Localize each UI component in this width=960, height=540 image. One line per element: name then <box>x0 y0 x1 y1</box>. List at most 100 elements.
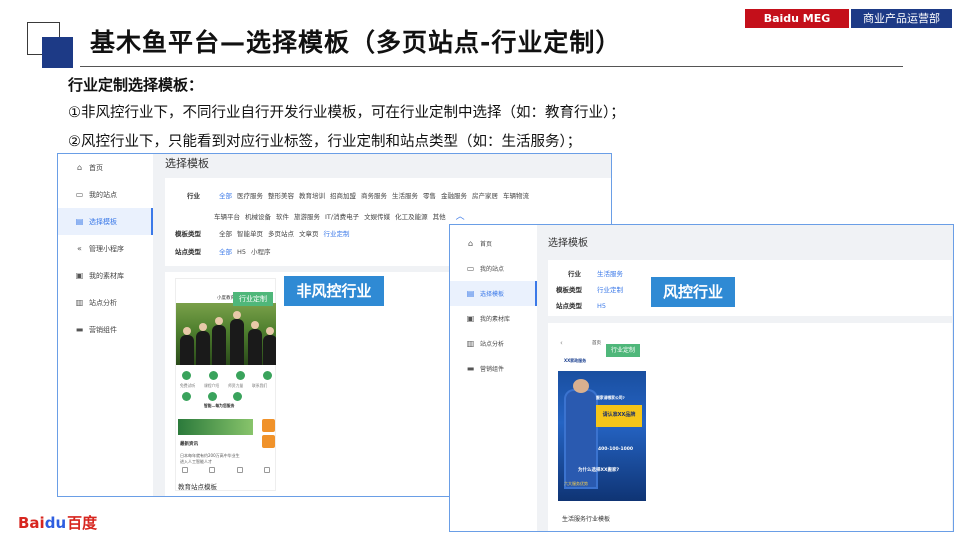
industry-option[interactable]: 其他 <box>433 213 446 221</box>
feature-icon <box>233 392 242 401</box>
contact-icon[interactable] <box>263 371 272 380</box>
sidebar: ⌂ 首页 ▭ 我的站点 ▤ 选择模板 «管理小程序 ▣ 我的素材库 ▥ 站点分析 ▬ 营销组… <box>58 154 153 496</box>
home-icon: ⌂ <box>467 239 474 248</box>
industry-option[interactable]: 机械设备 <box>245 213 271 221</box>
page-title: 选择模板 <box>548 238 588 249</box>
sidebar-item-marketing[interactable]: ▬ 营销组件 <box>58 316 153 343</box>
course-icon[interactable] <box>209 371 218 380</box>
feature-icon <box>182 392 191 401</box>
site-type-filter-row: 站点类型 H5 <box>556 302 607 310</box>
template-caption: 教育站点模板 <box>178 483 217 491</box>
chat-icon[interactable] <box>262 419 275 432</box>
industry-option[interactable]: 整形美容 <box>268 192 294 200</box>
sidebar-item-select-template[interactable]: ▤ 选择模板 <box>450 281 537 306</box>
sidebar-item-analysis[interactable]: ▥ 站点分析 <box>58 289 153 316</box>
site-type-option[interactable]: H5 <box>237 248 246 256</box>
industry-option[interactable]: 文娱传媒 <box>364 213 390 221</box>
screenshot-risk: ⌂ 首页 ▭ 我的站点 ▤ 选择模板 ▣ 我的素材库 ▥ 站点分析 ▬ 营销组件 选择模板 … <box>449 224 954 532</box>
bullet-line-2: ②风控行业下，只能看到对应行业标签，行业定制和站点类型（如：生活服务）； <box>68 134 582 150</box>
industry-option[interactable]: 生活服务 <box>392 192 418 200</box>
industry-filter-row-2: 车辆平台 机械设备 软件 旅游服务 IT/消费电子 文娱传媒 化工及能源 其他 ︿ <box>214 209 470 222</box>
company-name: XX家政服务 <box>564 358 587 363</box>
template-caption: 生活服务行业模板 <box>562 516 611 523</box>
title-divider <box>80 66 903 67</box>
worker-figure <box>564 379 598 489</box>
site-type-option[interactable]: 小程序 <box>251 248 271 256</box>
sidebar-item-marketing[interactable]: ▬ 营销组件 <box>450 356 537 381</box>
back-icon[interactable]: ‹ <box>560 339 563 347</box>
chart-icon: ▥ <box>466 339 475 348</box>
template-type-option[interactable]: 智能单页 <box>237 230 263 238</box>
trial-icon[interactable] <box>182 371 191 380</box>
phone-icon[interactable] <box>262 435 275 448</box>
industry-option[interactable]: 旅游服务 <box>294 213 320 221</box>
mini-program-icon: « <box>77 244 82 253</box>
sidebar: ⌂ 首页 ▭ 我的站点 ▤ 选择模板 ▣ 我的素材库 ▥ 站点分析 ▬ 营销组件 <box>450 225 537 531</box>
news-title: 最新资讯 <box>180 442 198 447</box>
template-type-option[interactable]: 行业定制 <box>324 230 350 238</box>
industry-option[interactable]: 车辆平台 <box>214 213 240 221</box>
filter-panel: 行业 生活服务 模板类型 行业定制 站点类型 H5 <box>548 260 952 316</box>
slide-title: 基木鱼平台—选择模板（多页站点-行业定制） <box>90 28 622 57</box>
template-card-education[interactable]: 小度教育 免费试听 课程介绍 师资力量 联系我们 智能—每为您服务 最新资讯 日… <box>175 278 276 491</box>
template-type-option-industry-custom[interactable]: 行业定制 <box>597 286 623 294</box>
industry-filter-row: 行业 全部 医疗服务 整形美容 教育培训 招商加盟 商务服务 生活服务 零售 金融服务 房产家居 车辆… <box>187 192 529 200</box>
marketing-icon: ▬ <box>75 325 84 334</box>
industry-option[interactable]: 车辆物流 <box>503 192 529 200</box>
industry-option[interactable]: 零售 <box>423 192 436 200</box>
section-heading: 行业定制选择模板： <box>68 76 204 94</box>
chart-icon: ▥ <box>75 298 84 307</box>
industry-option[interactable]: 金融服务 <box>441 192 467 200</box>
industry-option[interactable]: 教育培训 <box>299 192 325 200</box>
callout-risk: 风控行业 <box>651 277 735 307</box>
template-type-filter-row: 模板类型 行业定制 <box>556 286 623 294</box>
phone-header: 首页 <box>592 341 601 346</box>
sidebar-item-home[interactable]: ⌂ 首页 <box>450 231 537 256</box>
industry-option[interactable]: 商务服务 <box>361 192 387 200</box>
feature-icon <box>207 392 217 401</box>
department-tag: 商业产品运营部 <box>851 9 952 28</box>
industry-custom-badge: 行业定制 <box>233 292 273 306</box>
template-icon: ▤ <box>75 217 84 226</box>
sidebar-item-my-sites[interactable]: ▭ 我的站点 <box>450 256 537 281</box>
industry-option[interactable]: 招商加盟 <box>330 192 356 200</box>
industry-filter-row: 行业 生活服务 <box>568 270 623 278</box>
industry-custom-badge: 行业定制 <box>606 344 640 357</box>
industry-option[interactable]: 全部 <box>219 192 232 200</box>
feature-icons <box>182 371 272 380</box>
sidebar-item-analysis[interactable]: ▥ 站点分析 <box>450 331 537 356</box>
template-type-option[interactable]: 多页站点 <box>268 230 294 238</box>
graduates-image <box>176 303 276 365</box>
baidu-logo: Baidu百度 <box>18 514 98 532</box>
sidebar-item-mini-program[interactable]: «管理小程序 <box>58 235 153 262</box>
sidebar-item-material[interactable]: ▣ 我的素材库 <box>450 306 537 331</box>
site-type-option-h5[interactable]: H5 <box>597 302 606 310</box>
sidebar-item-material[interactable]: ▣ 我的素材库 <box>58 262 153 289</box>
material-icon: ▣ <box>75 271 84 280</box>
page-title: 选择模板 <box>165 157 209 170</box>
material-icon: ▣ <box>466 314 475 323</box>
site-type-filter-row: 站点类型 全部 H5 小程序 <box>175 248 271 256</box>
template-card-life-service[interactable]: ‹ 首页 XX家政服务 搬家请哪家公司? 请认准XX品牌 400-100-100… <box>556 331 648 531</box>
template-type-option[interactable]: 文章页 <box>299 230 319 238</box>
industry-option[interactable]: 房产家居 <box>472 192 498 200</box>
sidebar-item-home[interactable]: ⌂ 首页 <box>58 154 153 181</box>
marketing-icon: ▬ <box>466 364 475 373</box>
template-icon: ▤ <box>466 289 475 298</box>
site-icon: ▭ <box>75 190 84 199</box>
sidebar-item-select-template[interactable]: ▤ 选择模板 <box>58 208 153 235</box>
collapse-chevron-icon[interactable]: ︿ <box>456 212 465 222</box>
template-type-filter-row: 模板类型 全部 智能单页 多页站点 文章页 行业定制 <box>175 230 350 238</box>
sidebar-item-my-sites[interactable]: ▭ 我的站点 <box>58 181 153 208</box>
phone-tabbar <box>182 467 270 473</box>
industry-option[interactable]: IT/消费电子 <box>325 213 359 221</box>
industry-option[interactable]: 医疗服务 <box>237 192 263 200</box>
bullet-line-1: ①非风控行业下，不同行业自行开发行业模板，可在行业定制中选择（如：教育行业）； <box>68 105 625 121</box>
industry-option[interactable]: 软件 <box>276 213 289 221</box>
teacher-icon[interactable] <box>236 371 245 380</box>
industry-option[interactable]: 化工及能源 <box>395 213 428 221</box>
template-type-option[interactable]: 全部 <box>219 230 232 238</box>
site-type-option[interactable]: 全部 <box>219 248 232 256</box>
site-icon: ▭ <box>466 264 475 273</box>
industry-option-life-service[interactable]: 生活服务 <box>597 270 623 278</box>
